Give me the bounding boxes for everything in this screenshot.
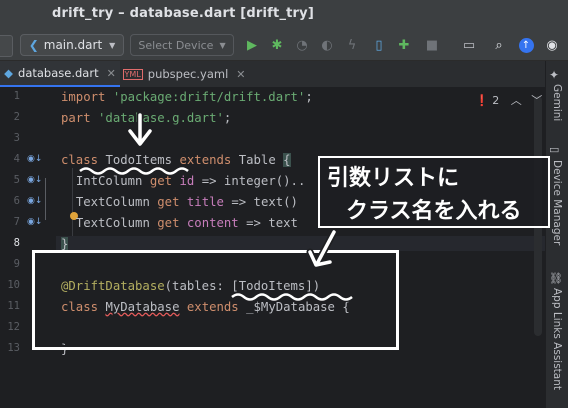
callout-text-line2: クラス名を入れる [346,199,522,224]
callout-text-line1: 引数リストに [327,166,460,191]
callout-arrow-icon [306,228,338,269]
annotation-arrow-icon [126,111,154,148]
